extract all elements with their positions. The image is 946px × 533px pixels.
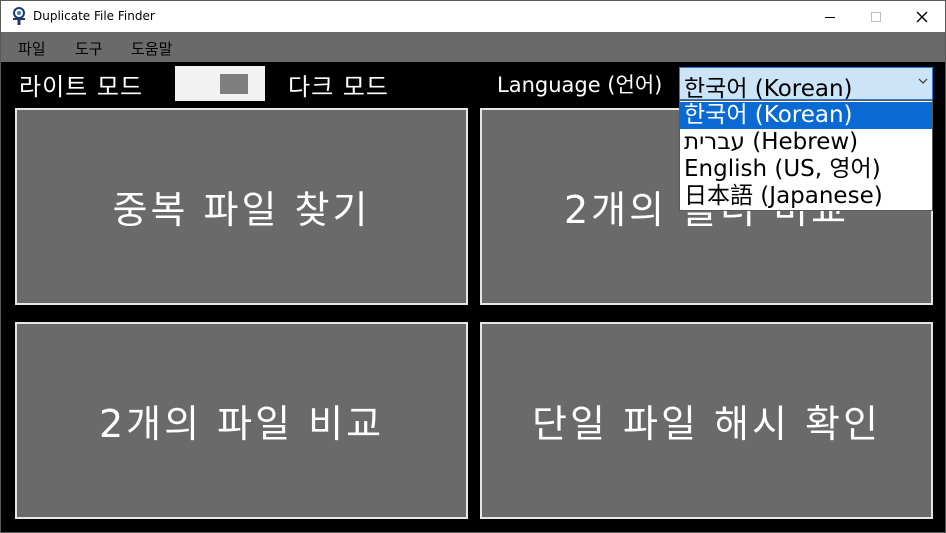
app-logo-icon [13,7,25,25]
menu-file[interactable]: 파일 [18,38,46,59]
title-bar[interactable]: Duplicate File Finder [1,1,945,32]
light-mode-label: 라이트 모드 [19,73,144,101]
menu-help[interactable]: 도움말 [131,38,172,59]
find-duplicates-button[interactable]: 중복 파일 찾기 [15,108,468,305]
dark-mode-label: 다크 모드 [288,73,389,101]
language-select[interactable]: 한국어 (Korean) [679,67,933,102]
compare-files-button[interactable]: 2개의 파일 비교 [15,322,468,519]
close-icon [916,11,928,22]
theme-toggle[interactable] [175,66,265,101]
tile-label: 2개의 파일 비교 [98,402,385,446]
language-dropdown-list: 한국어 (Korean) עברית (Hebrew) English (US,… [679,100,933,211]
minimize-button[interactable] [807,1,853,32]
window-title: Duplicate File Finder [33,9,155,23]
file-hash-button[interactable]: 단일 파일 해시 확인 [480,322,933,519]
chevron-down-icon [918,78,928,84]
toolbar: 라이트 모드 다크 모드 Language (언어) 한국어 (Korean) [1,62,945,104]
close-button[interactable] [899,1,945,32]
language-label: Language (언어) [497,73,663,97]
tile-label: 단일 파일 해시 확인 [532,402,881,446]
toggle-knob[interactable] [220,74,248,94]
language-select-value: 한국어 (Korean) [684,76,853,102]
maximize-icon [871,11,881,22]
minimize-icon [825,16,835,18]
menu-bar: 파일 도구 도움말 [1,32,945,62]
maximize-button[interactable] [853,1,899,32]
language-option-korean[interactable]: 한국어 (Korean) [680,102,932,129]
language-option-japanese[interactable]: 日本語 (Japanese) [680,183,932,210]
app-window: Duplicate File Finder 파일 도구 도움말 라이트 모드 다… [0,0,946,533]
language-option-english[interactable]: English (US, 영어) [680,156,932,183]
menu-tools[interactable]: 도구 [75,38,103,59]
tile-label: 중복 파일 찾기 [112,188,371,232]
language-option-hebrew[interactable]: עברית (Hebrew) [680,129,932,156]
